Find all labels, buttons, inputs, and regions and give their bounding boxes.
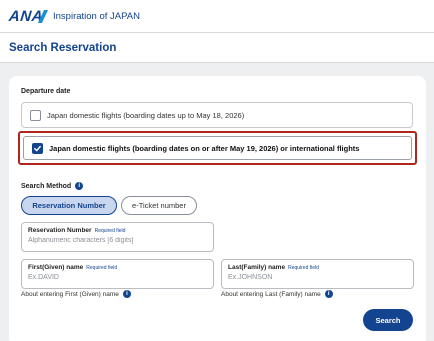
last-name-input[interactable] — [228, 274, 407, 281]
top-header: ANA Inspiration of JAPAN — [0, 0, 434, 33]
checkbox-checked[interactable] — [32, 142, 43, 154]
search-form-card: Departure date Japan domestic flights (b… — [9, 76, 426, 341]
departure-option-until-may18[interactable]: Japan domestic flights (boarding dates u… — [21, 102, 413, 128]
last-name-help[interactable]: About entering Last (Family) name i — [221, 290, 333, 298]
departure-option-from-may19[interactable]: Japan domestic flights (boarding dates o… — [18, 131, 417, 165]
last-name-label-text: Last(Family) name — [228, 264, 286, 271]
last-name-label: Last(Family) name Required field — [228, 264, 407, 271]
reservation-number-field[interactable]: Reservation Number Required field — [21, 222, 214, 252]
departure-option-label: Japan domestic flights (boarding dates o… — [49, 143, 360, 153]
required-tag: Required field — [86, 265, 118, 271]
departure-option-inner[interactable]: Japan domestic flights (boarding dates o… — [23, 136, 412, 160]
first-name-label: First(Given) name Required field — [28, 264, 207, 271]
search-method-heading: Search Method i — [21, 182, 84, 190]
info-icon[interactable]: i — [75, 182, 84, 190]
title-bar: Search Reservation — [0, 33, 434, 63]
info-icon[interactable]: i — [324, 290, 333, 298]
departure-date-label: Departure date — [21, 88, 71, 95]
page-title: Search Reservation — [9, 41, 117, 54]
search-button[interactable]: Search — [363, 309, 413, 331]
first-name-label-text: First(Given) name — [28, 264, 84, 271]
reservation-number-label: Reservation Number Required field — [28, 227, 207, 234]
reservation-number-input[interactable] — [28, 237, 207, 244]
last-name-help-text: About entering Last (Family) name — [221, 290, 321, 298]
last-name-field[interactable]: Last(Family) name Required field — [221, 259, 414, 289]
first-name-help-text: About entering First (Given) name — [21, 290, 119, 298]
logo-tagline: Inspiration of JAPAN — [53, 10, 140, 22]
reservation-number-label-text: Reservation Number — [28, 227, 92, 234]
tab-reservation-number[interactable]: Reservation Number — [21, 196, 117, 215]
info-icon[interactable]: i — [122, 290, 131, 298]
check-icon — [34, 145, 41, 151]
ana-logo[interactable]: ANA Inspiration of JAPAN — [8, 8, 140, 25]
checkbox-unchecked[interactable] — [30, 109, 41, 121]
departure-option-label: Japan domestic flights (boarding dates u… — [47, 110, 245, 120]
search-method-label: Search Method — [21, 182, 72, 190]
first-name-help[interactable]: About entering First (Given) name i — [21, 290, 131, 298]
first-name-field[interactable]: First(Given) name Required field — [21, 259, 214, 289]
tab-e-ticket-number[interactable]: e-Ticket number — [121, 196, 197, 215]
required-tag: Required field — [288, 265, 319, 271]
required-tag: Required field — [94, 228, 126, 234]
first-name-input[interactable] — [28, 274, 207, 281]
